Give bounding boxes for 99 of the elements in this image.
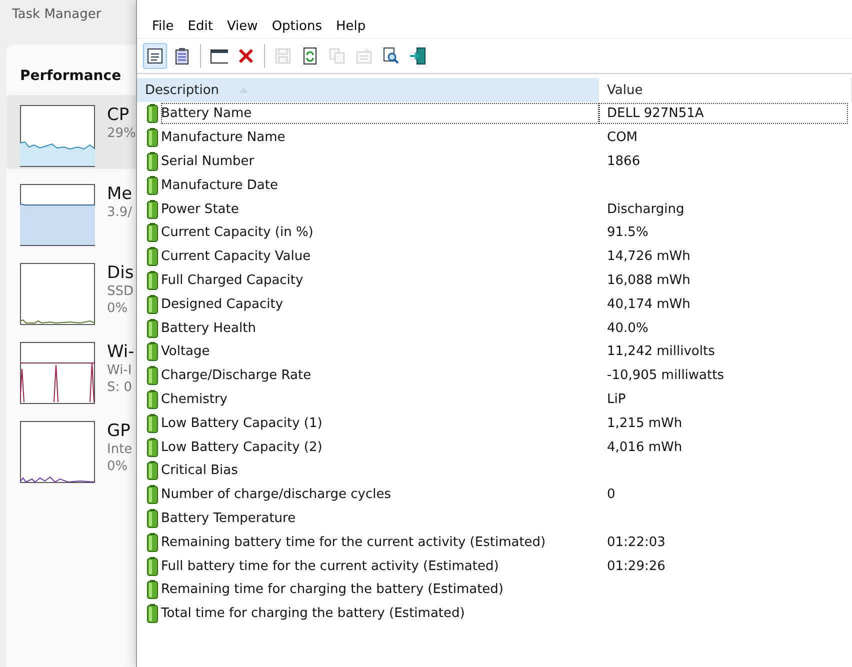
table-cell-text: 40.0%	[606, 320, 650, 338]
table-cell: Battery Temperature	[161, 510, 296, 526]
report-icon	[146, 47, 164, 65]
battery-icon	[147, 580, 158, 600]
performance-item[interactable]: CP 29%	[6, 95, 136, 169]
refresh-icon	[301, 47, 319, 65]
battery-icon	[147, 223, 158, 242]
table-cell-text: 91.5%	[606, 224, 650, 242]
item-name: Me	[107, 184, 132, 204]
table-cell: Critical Bias	[161, 463, 238, 478]
table-cell: Voltage	[161, 344, 210, 360]
table-cell-text: 01:29:26	[606, 558, 666, 576]
item-name: GP	[107, 421, 132, 441]
item-detail: 29%	[107, 125, 136, 142]
table-cell-text: 4,016 mWh	[606, 438, 684, 457]
item-name: Dis	[107, 263, 134, 283]
section-title: Performance	[19, 67, 122, 86]
battery-icon	[147, 461, 158, 480]
battery-icon	[147, 270, 158, 290]
battery-icon	[147, 508, 158, 528]
item-detail: 3.9/	[107, 204, 132, 221]
table-cell: Manufacture Date	[161, 178, 278, 193]
clipboard-icon	[173, 47, 191, 65]
battery-icon	[147, 247, 158, 266]
table-cell-text: Discharging	[606, 200, 686, 219]
toolbar-button[interactable]	[143, 43, 167, 69]
table-cell-text: 11,242 millivolts	[606, 343, 716, 362]
column-header[interactable]: Description	[137, 78, 599, 102]
table-cell: Remaining time for charging the battery (Estimated)	[161, 582, 504, 598]
performance-item[interactable]: Dis SSD 0%	[6, 253, 136, 327]
battery-icon	[147, 390, 158, 409]
item-name: CP	[107, 105, 130, 125]
performance-item[interactable]: Wi- Wi-I S: 0	[6, 332, 136, 406]
menu-item[interactable]: File	[145, 18, 181, 34]
table-cell: Low Battery Capacity (1)	[161, 416, 322, 431]
table-cell: Current Capacity Value	[161, 249, 311, 264]
table-cell: Total time for charging the battery (Estimated)	[161, 606, 465, 622]
table-cell-text: 16,088 mWh	[606, 272, 692, 290]
copy-icon	[328, 47, 346, 65]
table-cell: DELL 927N51A	[599, 103, 848, 124]
performance-item[interactable]: GP Inte 0%	[6, 411, 136, 485]
item-detail: S: 0	[107, 379, 134, 396]
table-cell-text: 0	[606, 486, 616, 504]
item-detail: 0%	[107, 458, 129, 475]
table-cell: Full Charged Capacity	[161, 272, 304, 288]
table-cell: Manufacture Name	[161, 130, 286, 146]
table-cell: Battery Name	[161, 106, 252, 122]
menu-item[interactable]: View	[220, 18, 265, 34]
save-icon	[274, 47, 292, 65]
table-cell: Chemistry	[161, 392, 228, 407]
window-icon	[210, 47, 228, 65]
find-icon	[382, 47, 400, 65]
battery-icon	[147, 532, 158, 552]
table-cell: Low Battery Capacity (2)	[161, 440, 322, 455]
battery-icon	[147, 176, 158, 195]
table-cell-text: 1,215 mWh	[606, 414, 684, 433]
table-cell-text: 1866	[606, 152, 642, 171]
table-cell-text: 14,726 mWh	[606, 248, 692, 266]
table-cell-text: 01:22:03	[606, 534, 666, 552]
item-detail: Wi-I	[107, 362, 133, 379]
battery-icon	[147, 414, 158, 433]
battery-icon	[147, 438, 158, 457]
table-cell: Battery Health	[161, 320, 256, 336]
menu-item[interactable]: Help	[328, 18, 373, 34]
battery-icon	[147, 128, 158, 148]
battery-icon	[147, 294, 158, 314]
battery-icon	[147, 342, 158, 362]
table-cell: Power State	[161, 202, 239, 217]
item-detail: Inte	[107, 441, 132, 458]
battery-icon	[147, 200, 158, 219]
table-cell: Full battery time for the current activity (Estimated)	[161, 558, 499, 574]
exit-icon	[409, 47, 427, 65]
delete-icon	[237, 47, 255, 65]
battery-icon	[147, 318, 158, 338]
performance-item[interactable]: Me 3.9/	[6, 174, 136, 248]
table-cell-text: 40,174 mWh	[606, 296, 692, 314]
table-cell: Number of charge/discharge cycles	[161, 487, 391, 502]
battery-icon	[147, 152, 158, 171]
menu-item[interactable]: Options	[264, 18, 329, 34]
table-cell-text: -10,905 milliwatts	[606, 367, 725, 386]
table-cell: Remaining battery time for the current activity (Estimated)	[161, 534, 546, 550]
table-cell-text: COM	[606, 129, 639, 148]
sort-arrow-icon	[239, 87, 248, 93]
table-cell: Serial Number	[161, 154, 254, 169]
battery-icon	[147, 104, 158, 124]
battery-icon	[147, 485, 158, 504]
table-cell: Current Capacity (in %)	[161, 225, 314, 240]
table-cell-text: LiP	[606, 390, 627, 409]
battery-icon	[147, 556, 158, 576]
item-detail: 0%	[107, 300, 129, 317]
menu-item[interactable]: Edit	[180, 18, 220, 34]
battery-icon	[147, 604, 158, 624]
battery-icon	[147, 366, 158, 386]
table-cell: Designed Capacity	[161, 296, 284, 312]
table-cell: Charge/Discharge Rate	[161, 368, 312, 384]
properties-icon	[355, 47, 373, 65]
app-title: Task Manager	[11, 6, 102, 24]
item-name: Wi-	[107, 342, 134, 362]
item-detail: SSD	[107, 283, 134, 300]
